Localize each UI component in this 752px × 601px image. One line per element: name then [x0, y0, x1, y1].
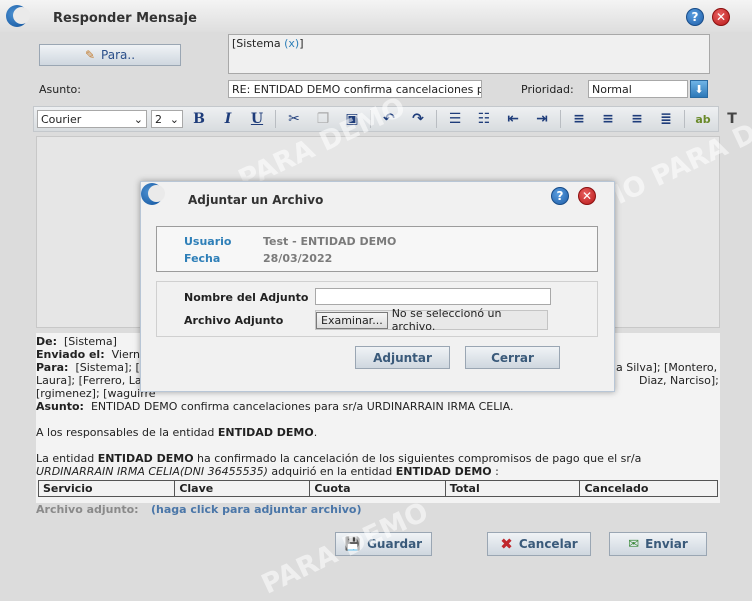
cut-icon[interactable]: ✂ [283, 109, 305, 129]
subject-line: Asunto: ENTIDAD DEMO confirma cancelacio… [36, 400, 514, 413]
table-header-cell: Clave [174, 480, 311, 497]
undo-icon[interactable]: ↶ [378, 109, 400, 129]
red-x-icon: ✖ [500, 535, 513, 553]
underline-icon[interactable]: U [246, 109, 268, 129]
align-right-icon[interactable]: ≡ [626, 109, 648, 129]
browse-button[interactable]: Examinar... [316, 311, 388, 329]
to-button[interactable]: ✎ Para.. [39, 44, 181, 66]
remove-recipient-button[interactable]: (x) [284, 37, 299, 50]
justify-icon[interactable]: ≣ [655, 109, 677, 129]
chevron-down-icon: ⌄ [169, 113, 179, 126]
copy-icon[interactable]: ❐ [312, 109, 334, 129]
to-line: Para: [Sistema]; [P [36, 361, 147, 374]
attach-file-link[interactable]: (haga click para adjuntar archivo) [151, 503, 362, 516]
bold-icon[interactable]: B [188, 109, 210, 129]
unordered-list-icon[interactable]: ☷ [473, 109, 495, 129]
recipient-tag: [Sistema [232, 37, 281, 50]
ordered-list-icon[interactable]: ☰ [444, 109, 466, 129]
separator [275, 110, 276, 128]
date-label: Fecha [184, 252, 221, 265]
priority-download-icon[interactable]: ⬇ [690, 80, 708, 98]
to-line-3: [rgimenez]; [waguirre [36, 387, 156, 400]
body-paragraph: La entidad ENTIDAD DEMO ha confirmado la… [36, 452, 642, 478]
app-logo-icon [6, 5, 30, 27]
table-header-cell: Total [444, 480, 581, 497]
pencil-icon: ✎ [84, 48, 96, 62]
to-line-right: da Silva]; [Montero, [609, 361, 718, 374]
separator [436, 110, 437, 128]
indent-icon[interactable]: ⇥ [531, 109, 553, 129]
outdent-icon[interactable]: ⇤ [502, 109, 524, 129]
separator [370, 110, 371, 128]
cancel-button[interactable]: ✖ Cancelar [487, 532, 591, 556]
sent-line: Enviado el: Vierne [36, 348, 147, 361]
to-recipients-field[interactable]: [Sistema (x)] [228, 34, 710, 74]
attach-button[interactable]: Adjuntar [355, 346, 450, 369]
from-line: De: [Sistema] [36, 335, 117, 348]
highlight-icon[interactable]: ab [692, 109, 714, 129]
table-header-cell: Cuota [309, 480, 446, 497]
table-header-cell: Cancelado [579, 480, 718, 497]
redo-icon[interactable]: ↷ [407, 109, 429, 129]
table-header-row: Servicio Clave Cuota Total Cancelado [37, 480, 718, 497]
paste-icon[interactable]: ▣ [341, 109, 363, 129]
to-line-2: Laura]; [Ferrero, Lau [36, 374, 149, 387]
dialog-close-icon[interactable]: ✕ [578, 187, 596, 205]
dialog-help-icon[interactable]: ? [551, 187, 569, 205]
floppy-disk-icon: 💾 [344, 536, 362, 552]
table-header-cell: Servicio [37, 480, 176, 497]
align-left-icon[interactable]: ≡ [568, 109, 590, 129]
italic-icon[interactable]: I [217, 109, 239, 129]
window-title: Responder Mensaje [53, 11, 197, 26]
user-info-panel [156, 226, 598, 272]
payments-table: Servicio Clave Cuota Total Cancelado [37, 480, 718, 497]
user-value: Test - ENTIDAD DEMO [263, 235, 397, 248]
close-icon[interactable]: ✕ [712, 8, 730, 26]
attachment-file-label: Archivo Adjunto [184, 314, 284, 327]
attachment-name-input[interactable] [315, 288, 551, 305]
greeting-line: A los responsables de la entidad ENTIDAD… [36, 426, 318, 439]
priority-label: Prioridad: [521, 83, 574, 96]
dialog-logo-icon [141, 183, 165, 205]
attachment-name-label: Nombre del Adjunto [184, 291, 309, 304]
toolbar-buttons: B I U ✂ ❐ ▣ ↶ ↷ ☰ ☷ ⇤ ⇥ ≡ ≡ ≡ ≣ ab T [188, 109, 743, 129]
separator [560, 110, 561, 128]
priority-select[interactable]: Normal [588, 80, 688, 98]
subject-input[interactable]: RE: ENTIDAD DEMO confirma cancelaciones … [228, 80, 482, 98]
help-icon[interactable]: ? [686, 8, 704, 26]
chevron-down-icon: ⌄ [133, 113, 143, 126]
attachment-label: Archivo adjunto: [36, 503, 139, 516]
font-select[interactable]: Courier ⌄ [37, 110, 147, 128]
close-dialog-button[interactable]: Cerrar [465, 346, 560, 369]
file-picker: Examinar... No se seleccionó un archivo. [315, 307, 548, 333]
align-center-icon[interactable]: ≡ [597, 109, 619, 129]
text-color-icon[interactable]: T [721, 109, 743, 129]
size-select[interactable]: 2 ⌄ [151, 110, 183, 128]
dialog-title: Adjuntar un Archivo [188, 193, 324, 207]
send-button[interactable]: ✉ Enviar [609, 532, 707, 556]
save-button[interactable]: 💾 Guardar [335, 532, 432, 556]
subject-label: Asunto: [39, 83, 81, 96]
separator [684, 110, 685, 128]
send-mail-icon: ✉ [628, 536, 640, 552]
date-value: 28/03/2022 [263, 252, 333, 265]
user-label: Usuario [184, 235, 232, 248]
to-line-2-right: Diaz, Narciso]; [639, 374, 719, 387]
no-file-text: No se seleccionó un archivo. [391, 307, 502, 333]
